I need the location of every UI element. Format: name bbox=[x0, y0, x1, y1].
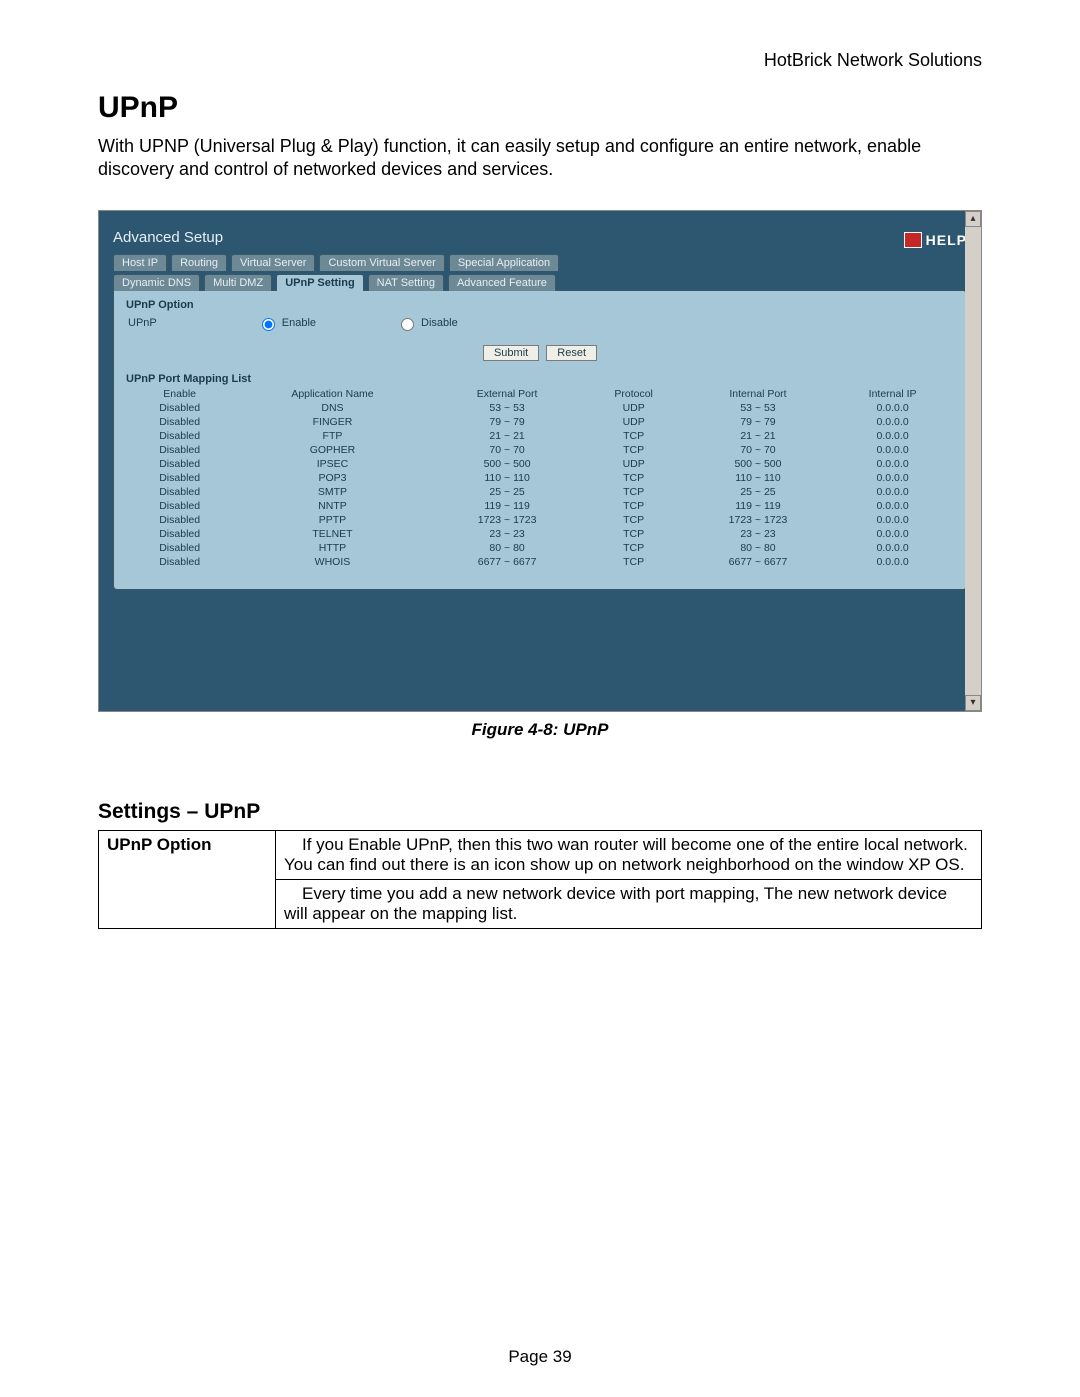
table-row: DisabledDNS53 ~ 53UDP53 ~ 530.0.0.0 bbox=[126, 401, 954, 415]
table-row: DisabledSMTP25 ~ 25TCP25 ~ 250.0.0.0 bbox=[126, 485, 954, 499]
help-button[interactable]: HELP bbox=[904, 232, 967, 248]
router-screenshot: ▴ ▾ Advanced Setup HELP Host IPRoutingVi… bbox=[98, 210, 982, 712]
page-title: UPnP bbox=[98, 91, 982, 125]
col-internal-ip: Internal IP bbox=[831, 387, 954, 401]
tab-routing[interactable]: Routing bbox=[171, 254, 227, 271]
tab-special-application[interactable]: Special Application bbox=[449, 254, 559, 271]
submit-button[interactable]: Submit bbox=[483, 345, 539, 361]
scrollbar[interactable]: ▴ ▾ bbox=[965, 211, 981, 711]
help-label: HELP bbox=[926, 232, 967, 248]
tab-dynamic-dns[interactable]: Dynamic DNS bbox=[113, 274, 200, 291]
table-row: DisabledTELNET23 ~ 23TCP23 ~ 230.0.0.0 bbox=[126, 527, 954, 541]
port-mapping-table: EnableApplication NameExternal PortProto… bbox=[126, 387, 954, 569]
tab-row-1: Host IPRoutingVirtual ServerCustom Virtu… bbox=[113, 254, 967, 271]
page-number: Page 39 bbox=[0, 1347, 1080, 1367]
enable-radio-input[interactable] bbox=[262, 318, 275, 331]
col-internal-port: Internal Port bbox=[685, 387, 831, 401]
brand-header: HotBrick Network Solutions bbox=[98, 50, 982, 71]
tab-nat-setting[interactable]: NAT Setting bbox=[368, 274, 444, 291]
enable-radio-label: Enable bbox=[282, 317, 316, 329]
scroll-down-icon[interactable]: ▾ bbox=[965, 695, 981, 711]
table-row: DisabledGOPHER70 ~ 70TCP70 ~ 700.0.0.0 bbox=[126, 443, 954, 457]
tab-multi-dmz[interactable]: Multi DMZ bbox=[204, 274, 272, 291]
table-row: DisabledPPTP1723 ~ 1723TCP1723 ~ 17230.0… bbox=[126, 513, 954, 527]
col-enable: Enable bbox=[126, 387, 233, 401]
tab-virtual-server[interactable]: Virtual Server bbox=[231, 254, 315, 271]
help-icon bbox=[904, 232, 922, 248]
col-application-name: Application Name bbox=[233, 387, 431, 401]
table-row: DisabledPOP3110 ~ 110TCP110 ~ 1100.0.0.0 bbox=[126, 471, 954, 485]
enable-radio[interactable]: Enable bbox=[257, 315, 316, 331]
disable-radio-label: Disable bbox=[421, 317, 458, 329]
settings-desc-2: Every time you add a new network device … bbox=[276, 879, 982, 928]
upnp-label: UPnP bbox=[128, 317, 157, 329]
port-list-heading: UPnP Port Mapping List bbox=[126, 373, 954, 385]
tab-upnp-setting[interactable]: UPnP Setting bbox=[276, 274, 363, 291]
table-row: DisabledIPSEC500 ~ 500UDP500 ~ 5000.0.0.… bbox=[126, 457, 954, 471]
figure-caption: Figure 4-8: UPnP bbox=[98, 720, 982, 740]
upnp-option-heading: UPnP Option bbox=[126, 299, 954, 311]
tab-advanced-feature[interactable]: Advanced Feature bbox=[448, 274, 556, 291]
disable-radio-input[interactable] bbox=[401, 318, 414, 331]
tab-row-2: Dynamic DNSMulti DMZUPnP Setting NAT Sett… bbox=[113, 274, 967, 291]
settings-label-cell: UPnP Option bbox=[99, 830, 276, 928]
settings-table: UPnP Option If you Enable UPnP, then thi… bbox=[98, 830, 982, 929]
table-row: DisabledFINGER79 ~ 79UDP79 ~ 790.0.0.0 bbox=[126, 415, 954, 429]
content-panel: UPnP Option UPnP Enable Disable Submit R… bbox=[113, 290, 967, 590]
tab-custom-virtual-server[interactable]: Custom Virtual Server bbox=[319, 254, 444, 271]
intro-text: With UPNP (Universal Plug & Play) functi… bbox=[98, 135, 982, 182]
tab-host-ip[interactable]: Host IP bbox=[113, 254, 167, 271]
disable-radio[interactable]: Disable bbox=[396, 315, 458, 331]
scroll-up-icon[interactable]: ▴ bbox=[965, 211, 981, 227]
reset-button[interactable]: Reset bbox=[546, 345, 597, 361]
table-row: DisabledFTP21 ~ 21TCP21 ~ 210.0.0.0 bbox=[126, 429, 954, 443]
col-external-port: External Port bbox=[432, 387, 583, 401]
table-row: DisabledNNTP119 ~ 119TCP119 ~ 1190.0.0.0 bbox=[126, 499, 954, 513]
col-protocol: Protocol bbox=[583, 387, 685, 401]
settings-heading: Settings – UPnP bbox=[98, 800, 982, 824]
panel-title: Advanced Setup bbox=[113, 229, 223, 246]
table-row: DisabledWHOIS6677 ~ 6677TCP6677 ~ 66770.… bbox=[126, 555, 954, 569]
settings-desc-1: If you Enable UPnP, then this two wan ro… bbox=[276, 830, 982, 879]
table-row: DisabledHTTP80 ~ 80TCP80 ~ 800.0.0.0 bbox=[126, 541, 954, 555]
